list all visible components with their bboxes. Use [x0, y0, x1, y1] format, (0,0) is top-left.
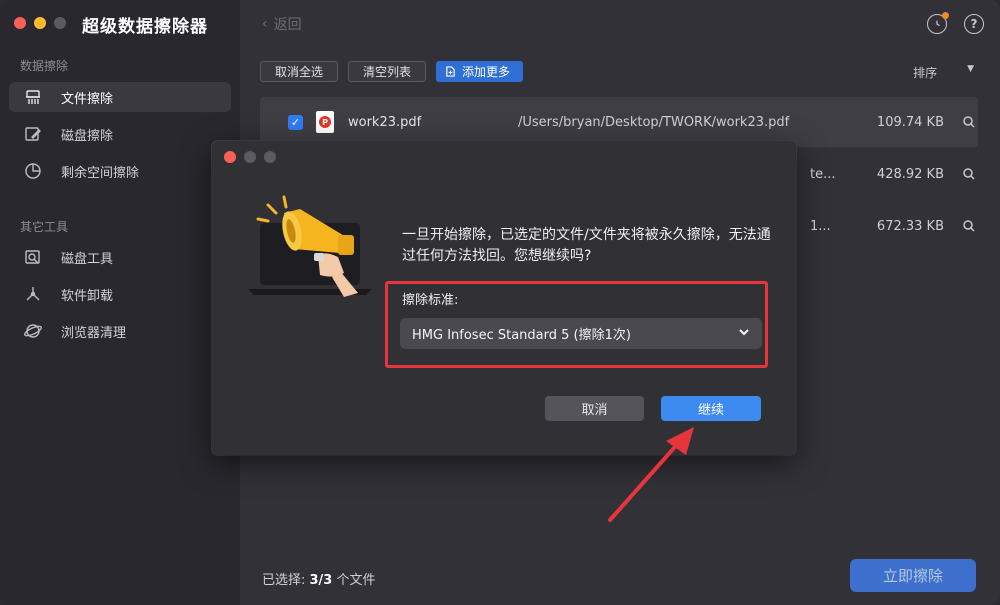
file-size: 109.74 KB: [876, 114, 944, 130]
sidebar-item-file-erase[interactable]: 文件擦除: [9, 82, 231, 112]
erase-now-button[interactable]: 立即擦除: [850, 559, 976, 592]
sidebar-item-label: 磁盘擦除: [61, 128, 114, 144]
sort-label: 排序: [913, 66, 938, 80]
reveal-search-icon[interactable]: [962, 219, 976, 233]
section-label-other-tools: 其它工具: [20, 220, 69, 234]
file-row[interactable]: ✓ P work23.pdf /Users/bryan/Desktop/TWOR…: [260, 97, 978, 147]
selection-suffix: 个文件: [332, 573, 376, 588]
sidebar-item-label: 剩余空间擦除: [61, 165, 140, 181]
pdf-file-icon: P: [316, 111, 334, 133]
sidebar-item-browser-clean[interactable]: 浏览器清理: [9, 316, 231, 346]
selection-prefix: 已选择:: [262, 573, 310, 588]
zoom-window-button[interactable]: [54, 17, 66, 29]
app-title: 超级数据擦除器: [82, 17, 208, 37]
app-window: 超级数据擦除器 数据擦除 文件擦除 磁盘擦除 剩余空间擦除 其它工具 磁盘工具 …: [0, 0, 1000, 605]
chevron-left-icon: ‹: [262, 16, 268, 32]
dialog-window-controls: [224, 151, 276, 163]
file-size: 428.92 KB: [876, 166, 944, 182]
top-icons: ?: [927, 12, 984, 34]
file-path: /Users/bryan/Desktop/TWORK/work23.pdf: [518, 114, 790, 130]
sidebar-item-free-space-erase[interactable]: 剩余空间擦除: [9, 156, 231, 186]
erase-standard-select[interactable]: HMG Infosec Standard 5 (擦除1次): [400, 318, 762, 349]
reveal-search-icon[interactable]: [962, 115, 976, 129]
toolbar: 取消全选 清空列表 添加更多: [260, 61, 524, 82]
sidebar-item-label: 文件擦除: [61, 91, 114, 107]
browser-icon: [23, 321, 43, 341]
history-icon[interactable]: [927, 12, 949, 34]
shredder-icon: [23, 87, 43, 107]
cancel-button[interactable]: 取消: [545, 396, 644, 421]
dialog-minimize-button: [244, 151, 256, 163]
add-file-icon: [446, 66, 455, 77]
back-label: 返回: [273, 17, 302, 33]
selection-summary: 已选择: 3/3 个文件: [262, 569, 376, 588]
minimize-window-button[interactable]: [34, 17, 46, 29]
sidebar-item-label: 浏览器清理: [61, 325, 127, 341]
selection-count: 3/3: [309, 573, 333, 588]
uninstall-icon: [23, 284, 43, 304]
chevron-down-icon: [739, 329, 749, 336]
clear-list-button[interactable]: 清空列表: [348, 61, 427, 82]
reveal-search-icon[interactable]: [962, 167, 976, 181]
file-checkbox[interactable]: ✓: [288, 114, 303, 130]
erase-standard-label: 擦除标准:: [402, 293, 459, 308]
sidebar: 超级数据擦除器 数据擦除 文件擦除 磁盘擦除 剩余空间擦除 其它工具 磁盘工具 …: [0, 0, 240, 605]
close-window-button[interactable]: [14, 17, 26, 29]
file-size: 672.33 KB: [876, 218, 944, 234]
erase-standard-value: HMG Infosec Standard 5 (擦除1次): [412, 328, 631, 343]
megaphone-laptop-icon: [248, 195, 372, 297]
window-controls: [14, 17, 66, 29]
help-icon[interactable]: ?: [964, 14, 984, 34]
sidebar-item-uninstall[interactable]: 软件卸载: [9, 279, 231, 309]
notification-dot: [942, 12, 949, 19]
deselect-all-button[interactable]: 取消全选: [260, 61, 339, 82]
add-more-label: 添加更多: [462, 65, 511, 79]
file-path: 1...: [810, 218, 831, 234]
sort-dropdown[interactable]: 排序 ▼: [913, 64, 974, 81]
continue-button[interactable]: 继续: [661, 396, 761, 421]
back-button[interactable]: ‹ 返回: [262, 14, 302, 34]
sidebar-item-label: 软件卸载: [61, 288, 114, 304]
file-path: te...: [810, 166, 836, 182]
pie-chart-icon: [23, 161, 43, 181]
chevron-down-icon: ▼: [967, 64, 974, 74]
sidebar-item-disk-erase[interactable]: 磁盘擦除: [9, 119, 231, 149]
dialog-close-button[interactable]: [224, 151, 236, 163]
sidebar-item-disk-tools[interactable]: 磁盘工具: [9, 242, 231, 272]
file-name: work23.pdf: [348, 114, 422, 130]
confirm-erase-dialog: 一旦开始擦除，已选定的文件/文件夹将被永久擦除，无法通过任何方法找回。您想继续吗…: [212, 141, 796, 455]
disk-erase-icon: [23, 124, 43, 144]
sidebar-item-label: 磁盘工具: [61, 251, 114, 267]
disk-tool-icon: [23, 247, 43, 267]
dialog-message: 一旦开始擦除，已选定的文件/文件夹将被永久擦除，无法通过任何方法找回。您想继续吗…: [402, 227, 771, 264]
add-more-button[interactable]: 添加更多: [436, 61, 524, 82]
section-label-data-erase: 数据擦除: [20, 59, 69, 73]
dialog-zoom-button: [264, 151, 276, 163]
